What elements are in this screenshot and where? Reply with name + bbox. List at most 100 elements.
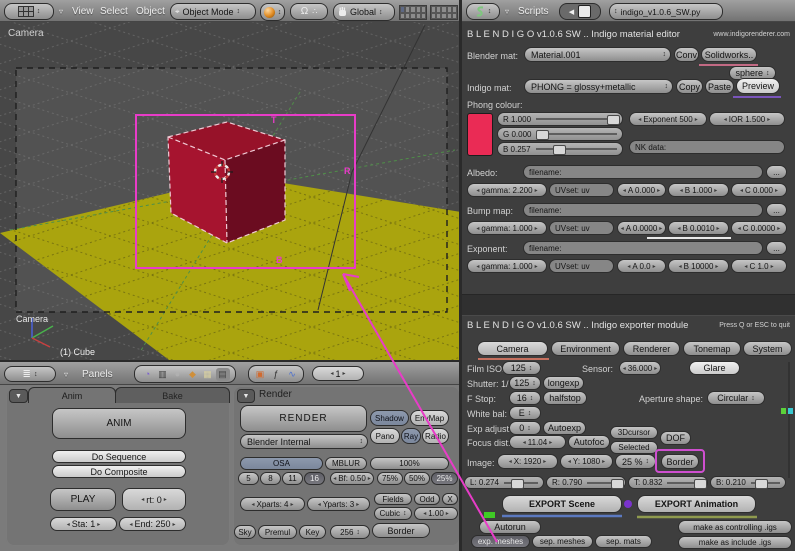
- sky-toggle[interactable]: Sky: [234, 525, 256, 539]
- yparts-stepper[interactable]: ◂Yparts: 3▸: [307, 497, 370, 511]
- exponent-a-stepper[interactable]: ◂A 0.0▸: [617, 259, 666, 273]
- bump-b-stepper[interactable]: ◂B 0.0010▸: [668, 221, 729, 235]
- panel-collapse-button[interactable]: ▼: [9, 389, 28, 403]
- size-25-button[interactable]: 25%: [431, 472, 458, 485]
- albedo-uvset-field[interactable]: UVset: uv: [549, 183, 614, 197]
- buttons-editor-type-button[interactable]: ≣ ↕: [4, 366, 56, 382]
- nk-data-field[interactable]: NK data:: [629, 140, 785, 154]
- header-collapse-icon[interactable]: ▿: [505, 7, 509, 16]
- preview-button[interactable]: Preview: [736, 78, 780, 94]
- exponent-c-stepper[interactable]: ◂C 1.0▸: [731, 259, 787, 273]
- osa-5-button[interactable]: 5: [238, 472, 259, 485]
- paste-button[interactable]: Paste: [705, 79, 734, 94]
- exponent-b-stepper[interactable]: ◂B 10000▸: [668, 259, 729, 273]
- radio-toggle[interactable]: Radio: [422, 428, 449, 444]
- green-slider[interactable]: G 0.000: [497, 127, 623, 141]
- slider-knob[interactable]: [553, 145, 566, 155]
- albedo-browse-button[interactable]: ...: [766, 165, 787, 179]
- render-button[interactable]: RENDER: [240, 405, 367, 432]
- filter-select[interactable]: Cubic↕: [374, 507, 412, 520]
- autoexp-button[interactable]: Autoexp: [543, 421, 586, 435]
- envmap-toggle[interactable]: EnvMap: [410, 410, 449, 426]
- border-toggle-button[interactable]: Border: [661, 454, 699, 469]
- x-toggle[interactable]: X: [442, 493, 458, 505]
- orientation-select[interactable]: Global ↕: [333, 3, 395, 21]
- mblur-toggle[interactable]: MBLUR: [325, 457, 367, 470]
- tab-tonemap[interactable]: Tonemap: [683, 341, 741, 356]
- dof-button[interactable]: DOF: [660, 431, 691, 445]
- pivot-select[interactable]: Ω ∴: [290, 3, 328, 20]
- albedo-b-stepper[interactable]: ◂B 1.000▸: [668, 183, 729, 197]
- solidworks-button[interactable]: Solidworks..: [701, 47, 757, 62]
- film-iso-select[interactable]: 125↕: [502, 361, 541, 375]
- start-frame-stepper[interactable]: ◂Sta: 1▸: [50, 517, 117, 531]
- osa-8-button[interactable]: 8: [260, 472, 281, 485]
- bump-filename-field[interactable]: filename:: [523, 203, 763, 217]
- albedo-c-stepper[interactable]: ◂C 0.000▸: [731, 183, 787, 197]
- right-arrow-icon[interactable]: ▸: [343, 370, 346, 377]
- blue-slider[interactable]: B 0.257: [497, 142, 623, 156]
- export-scene-button[interactable]: EXPORT Scene: [502, 495, 622, 513]
- autofoc-button[interactable]: Autofoc: [568, 435, 610, 449]
- menu-view[interactable]: View: [72, 6, 94, 17]
- size-75-button[interactable]: 75%: [377, 472, 403, 485]
- editor-type-button[interactable]: ↕: [4, 3, 54, 20]
- premul-toggle[interactable]: Premul: [258, 525, 297, 539]
- material-icon[interactable]: ƒ: [269, 368, 283, 381]
- scene-icon[interactable]: ▤: [216, 368, 230, 381]
- right-arrow-icon[interactable]: ▸: [767, 116, 770, 123]
- ray-toggle[interactable]: Ray: [401, 428, 421, 444]
- back-arrow-icon[interactable]: ◀: [569, 8, 574, 16]
- sep-meshes-toggle[interactable]: sep. meshes: [532, 535, 593, 548]
- render-result-icon[interactable]: ▣: [253, 368, 267, 381]
- ior-stepper[interactable]: ◂IOR 1.500▸: [709, 112, 785, 126]
- panel-collapse-button[interactable]: ▼: [237, 389, 255, 403]
- copy-button[interactable]: Copy: [676, 79, 703, 94]
- make-include-igs-button[interactable]: make as include .igs: [678, 536, 792, 549]
- logic-icon[interactable]: ◔: [141, 368, 155, 381]
- viewport-3d[interactable]: T R B: [0, 22, 461, 360]
- menu-select[interactable]: Select: [100, 6, 128, 17]
- sensor-stepper[interactable]: ◂36.000▸: [619, 361, 661, 375]
- aperture-select[interactable]: Circular↕: [707, 391, 765, 405]
- menu-scripts[interactable]: Scripts: [518, 6, 549, 17]
- slider-knob[interactable]: [536, 130, 549, 140]
- blender-material-select[interactable]: Material.001↕: [524, 47, 671, 62]
- bump-a-stepper[interactable]: ◂A 0.0000▸: [617, 221, 666, 235]
- right-arrow-icon[interactable]: ▸: [695, 116, 698, 123]
- exponent-stepper[interactable]: ◂Exponent 500▸: [629, 112, 707, 126]
- convert-button[interactable]: Conv: [674, 47, 699, 62]
- do-composite-button[interactable]: Do Composite: [52, 465, 186, 478]
- script-icon[interactable]: ▥: [156, 368, 170, 381]
- exponent-filename-field[interactable]: filename:: [523, 241, 763, 255]
- size-100-button[interactable]: 100%: [370, 457, 449, 470]
- script-select[interactable]: ↕ indigo_v1.0.6_SW.py: [609, 3, 723, 20]
- crop-left-slider[interactable]: L: 0.274: [464, 476, 544, 489]
- focus-3dcursor-button[interactable]: 3Dcursor: [610, 426, 658, 439]
- shutter-select[interactable]: 125↕: [509, 376, 541, 390]
- odd-toggle[interactable]: Odd: [414, 493, 440, 505]
- make-controlling-igs-button[interactable]: make as controlling .igs: [678, 520, 792, 534]
- indigo-material-select[interactable]: PHONG = glossy+metallic↕: [524, 79, 673, 94]
- osa-16-button[interactable]: 16: [304, 472, 325, 485]
- frame-stepper[interactable]: ◂ 1 ▸: [312, 366, 364, 381]
- scripts-editor-type-button[interactable]: ↕: [466, 3, 500, 20]
- whitebal-select[interactable]: E↕: [509, 406, 541, 420]
- header-collapse-icon[interactable]: ▿: [59, 7, 63, 16]
- render-border-toggle[interactable]: Border: [372, 523, 430, 538]
- slider-knob[interactable]: [607, 115, 620, 125]
- bump-browse-button[interactable]: ...: [766, 203, 787, 217]
- do-sequence-button[interactable]: Do Sequence: [52, 450, 186, 463]
- image-y-stepper[interactable]: ◂Y: 1080▸: [560, 454, 613, 469]
- exponent-gamma-stepper[interactable]: ◂gamma: 1.000▸: [467, 259, 547, 273]
- exp-adjust-select[interactable]: 0↕: [509, 421, 541, 435]
- focus-dist-stepper[interactable]: ◂11.04▸: [509, 435, 566, 449]
- tab-environment[interactable]: Environment: [551, 341, 620, 356]
- screen-icon[interactable]: [578, 5, 591, 18]
- bump-gamma-stepper[interactable]: ◂gamma: 1.000▸: [467, 221, 547, 235]
- tab-camera[interactable]: Camera: [477, 341, 548, 356]
- albedo-gamma-stepper[interactable]: ◂gamma: 2.200▸: [467, 183, 547, 197]
- crop-top-slider[interactable]: T: 0.832: [628, 476, 708, 489]
- fstop-select[interactable]: 16↕: [509, 391, 541, 405]
- colour-swatch[interactable]: [467, 113, 493, 156]
